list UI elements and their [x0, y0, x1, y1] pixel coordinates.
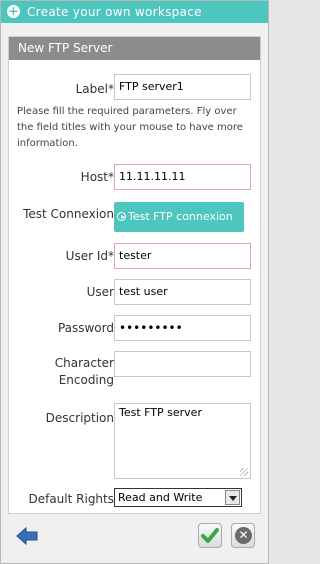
user-id-input[interactable]: tester — [114, 243, 251, 269]
label-field-label: Label* — [75, 82, 114, 96]
back-button[interactable] — [16, 526, 38, 546]
user-id-field-label: User Id* — [65, 249, 114, 263]
encoding-input[interactable] — [114, 351, 251, 377]
encoding-field-label: Character Encoding — [54, 356, 114, 387]
ok-button[interactable] — [198, 523, 222, 548]
host-field-label: Host* — [80, 170, 114, 184]
checkmark-icon — [201, 528, 219, 543]
label-input[interactable]: FTP server1 — [114, 74, 251, 100]
host-input[interactable]: 11.11.11.11 — [114, 164, 251, 190]
description-value: Test FTP server — [119, 406, 202, 419]
test-connexion-label: Test Connexion — [23, 207, 114, 221]
description-field-label: Description — [45, 411, 114, 425]
help-text: Please fill the required parameters. Fly… — [17, 106, 243, 149]
cancel-button[interactable]: ✕ — [231, 523, 255, 548]
resize-grip-icon[interactable] — [240, 468, 248, 476]
chevron-down-icon[interactable] — [225, 490, 240, 505]
close-icon: ✕ — [235, 527, 252, 544]
title-bar: + Create your own workspace — [1, 1, 268, 23]
description-textarea[interactable]: Test FTP server — [114, 403, 251, 479]
plus-circle-icon: + — [7, 4, 20, 18]
default-rights-value: Read and Write — [118, 491, 203, 504]
test-ftp-connexion-label: Test FTP connexion — [128, 210, 233, 223]
form-title: New FTP Server — [18, 41, 113, 55]
default-rights-label: Default Rights — [28, 492, 114, 506]
password-input[interactable]: ••••••••• — [114, 315, 251, 341]
back-arrow-icon — [16, 526, 38, 546]
default-rights-select[interactable]: Read and Write — [114, 488, 242, 507]
play-circle-icon — [117, 212, 126, 221]
window-title: Create your own workspace — [27, 5, 202, 19]
ftp-server-form: New FTP Server Label* FTP server1 Please… — [8, 36, 261, 514]
test-ftp-connexion-button[interactable]: Test FTP connexion — [114, 202, 244, 232]
form-header: New FTP Server — [9, 37, 260, 60]
user-field-label: User — [86, 285, 114, 299]
workspace-panel: + Create your own workspace New FTP Serv… — [0, 0, 269, 564]
password-field-label: Password — [57, 321, 114, 335]
user-input[interactable]: test user — [114, 279, 251, 305]
